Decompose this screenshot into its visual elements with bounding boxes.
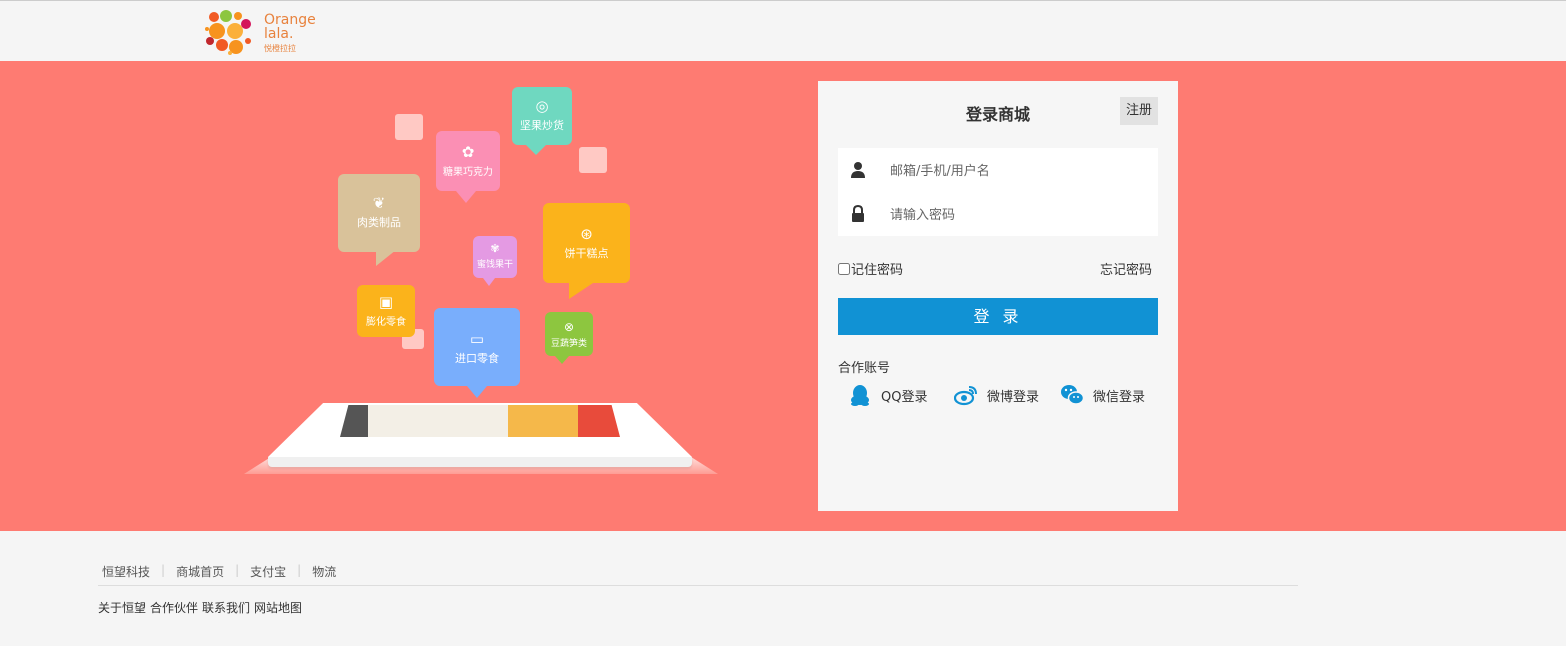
logo-wordmark: Orange lala.	[264, 13, 316, 41]
wechat-login-label: 微信登录	[1093, 389, 1146, 405]
nut-icon: ◎	[535, 97, 549, 115]
login-fields	[838, 148, 1158, 236]
footer-divider	[98, 585, 1298, 586]
category-bubble-beans[interactable]: ⊗ 豆蔬笋类	[545, 312, 593, 364]
forgot-password-link[interactable]: 忘记密码	[1100, 259, 1152, 278]
category-bubble-dried-fruit[interactable]: ✾ 蜜饯果干	[473, 236, 517, 286]
footer-bottom-links: 关于恒望 合作伙伴 联系我们 网站地图	[98, 599, 302, 616]
brand-logo[interactable]: Orange lala. 悦橙拉拉	[202, 7, 322, 57]
logo-mark-icon	[205, 10, 251, 55]
user-icon	[851, 162, 865, 178]
wechat-login-link[interactable]: 微信登录	[1060, 383, 1145, 407]
footer-link[interactable]: 恒望科技	[98, 563, 154, 580]
qq-login-label: QQ登录	[881, 389, 928, 405]
category-label: 饼干糕点	[564, 247, 609, 260]
remember-password[interactable]: 记住密码	[838, 259, 903, 278]
category-label: 进口零食	[455, 352, 499, 365]
bean-icon: ⊗	[563, 320, 575, 334]
login-panel: 登录商城 注册 记住密码 忘记密码 登 录	[818, 81, 1178, 511]
qq-icon	[851, 385, 869, 406]
password-input[interactable]	[888, 200, 1152, 230]
category-bubble-cookies[interactable]: ⊛ 饼干糕点	[543, 203, 630, 299]
meat-icon: ❦	[372, 194, 386, 212]
category-label: 肉类制品	[357, 216, 401, 229]
footer-partners-link[interactable]: 合作伙伴	[150, 599, 198, 616]
logo-line1: Orange	[264, 12, 316, 28]
login-button[interactable]: 登 录	[838, 298, 1158, 335]
category-label: 坚果炒货	[520, 119, 564, 132]
imported-snack-icon: ▭	[469, 330, 485, 348]
category-bubble-nuts[interactable]: ◎ 坚果炒货	[512, 87, 572, 155]
decor-square	[579, 147, 607, 173]
remember-label: 记住密码	[851, 263, 904, 278]
footer-separator: |	[297, 563, 302, 577]
category-illustration: ◎ 坚果炒货 ✿ 糖果巧克力 ❦ 肉类制品 ✾ 蜜饯果干 ⊛ 饼干糕点 ▣ 膨化…	[230, 81, 730, 491]
candy-icon: ✿	[461, 143, 475, 161]
category-label: 蜜饯果干	[476, 260, 513, 270]
weibo-login-link[interactable]: 微博登录	[954, 383, 1039, 407]
category-bubble-puffed[interactable]: ▣ 膨化零食	[357, 285, 415, 337]
footer-link[interactable]: 物流	[308, 563, 340, 580]
footer-link[interactable]: 支付宝	[246, 563, 290, 580]
logo-subtitle: 悦橙拉拉	[264, 44, 296, 53]
footer-sitemap-link[interactable]: 网站地图	[254, 599, 302, 616]
decor-square	[395, 114, 423, 140]
category-bubble-imported[interactable]: ▭ 进口零食	[434, 308, 520, 398]
footer-link[interactable]: 商城首页	[172, 563, 228, 580]
remember-checkbox[interactable]	[838, 262, 850, 275]
username-row	[838, 148, 1158, 192]
tablet-screen	[340, 405, 620, 437]
weibo-icon	[954, 386, 977, 406]
footer-contact-link[interactable]: 联系我们	[202, 599, 250, 616]
register-button[interactable]: 注册	[1120, 97, 1158, 125]
category-label: 糖果巧克力	[443, 167, 493, 178]
category-bubble-meat[interactable]: ❦ 肉类制品	[338, 174, 420, 266]
cookie-icon: ⊛	[580, 225, 593, 243]
qq-login-link[interactable]: QQ登录	[848, 383, 927, 407]
puffed-snack-icon: ▣	[378, 293, 394, 311]
wechat-icon	[1061, 385, 1084, 405]
footer-about-link[interactable]: 关于恒望	[98, 599, 146, 616]
logo-line2: lala.	[264, 26, 294, 42]
category-label: 膨化零食	[366, 317, 406, 328]
category-bubble-candy[interactable]: ✿ 糖果巧克力	[436, 131, 500, 203]
tablet-edge	[268, 457, 692, 467]
hero-banner: ◎ 坚果炒货 ✿ 糖果巧克力 ❦ 肉类制品 ✾ 蜜饯果干 ⊛ 饼干糕点 ▣ 膨化…	[0, 61, 1566, 531]
dried-fruit-icon: ✾	[490, 242, 500, 255]
header: Orange lala. 悦橙拉拉	[0, 0, 1566, 60]
username-input[interactable]	[888, 156, 1152, 186]
partner-accounts-label: 合作账号	[838, 361, 891, 376]
lock-icon	[852, 205, 864, 222]
password-row	[838, 192, 1158, 236]
footer-separator: |	[161, 563, 166, 577]
footer-separator: |	[235, 563, 240, 577]
weibo-login-label: 微博登录	[987, 389, 1040, 405]
footer-links: 恒望科技 | 商城首页 | 支付宝 | 物流	[98, 563, 340, 580]
category-label: 豆蔬笋类	[550, 339, 587, 349]
